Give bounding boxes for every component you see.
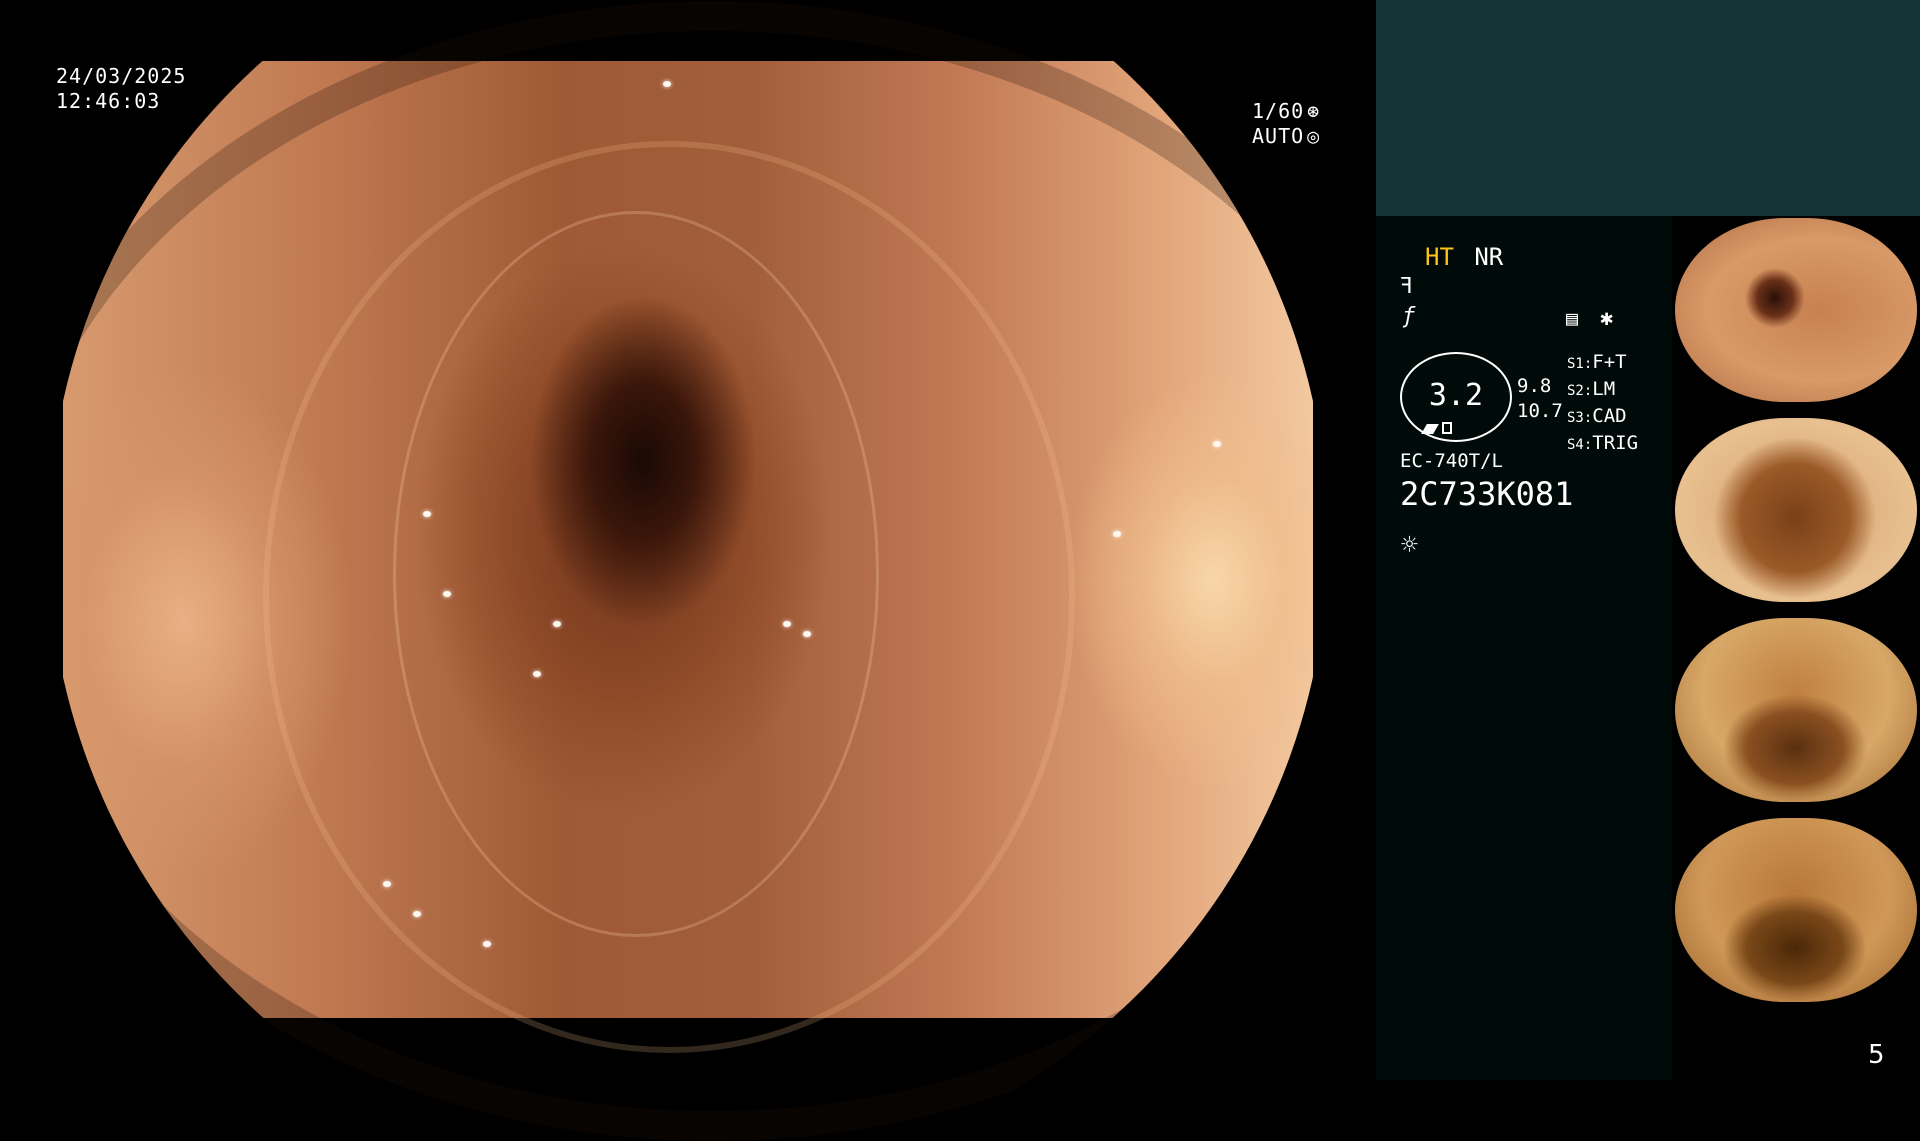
light-reflection: [423, 511, 431, 517]
light-reflection: [783, 621, 791, 627]
light-reflection: [483, 941, 491, 947]
tilde-icon: ꟻ: [1400, 274, 1413, 299]
thumbnail-1[interactable]: 2C733K081: [1675, 218, 1917, 402]
exposure-block: 1/60 ⊛ AUTO ◎: [1252, 99, 1320, 149]
gauge-side-top: 9.8: [1517, 375, 1552, 397]
thumbnail-4[interactable]: 2C733K081: [1675, 818, 1917, 1002]
top-info-box: [1376, 0, 1920, 216]
thumbnail-2[interactable]: 2C733K081: [1675, 418, 1917, 602]
switch-list: S1:F+T S2:LM S3:CAD S4:TRIG: [1567, 350, 1638, 458]
date-text: 24/03/2025: [56, 64, 187, 88]
status-panel: [1376, 216, 1672, 1080]
time-text: 12:46:03: [56, 89, 161, 113]
light-icon: ☼: [1401, 528, 1418, 561]
switch-item: S2:LM: [1567, 378, 1616, 400]
datetime-block: 24/03/2025 12:46:03: [56, 64, 186, 114]
light-reflection: [443, 591, 451, 597]
exposure-mode-text: AUTO: [1252, 124, 1305, 148]
gauge-indicator-icon: [1421, 424, 1439, 434]
gauge-circle: 3.2: [1400, 352, 1512, 442]
asterisk-icon: ✱: [1600, 306, 1614, 331]
switch-item: S1:F+T: [1567, 351, 1627, 373]
settings-list-icon: ▤: [1566, 306, 1579, 330]
light-reflection: [803, 631, 811, 637]
light-reflection: [533, 671, 541, 677]
gauge-side-bottom: 10.7: [1517, 400, 1563, 422]
light-reflection: [1113, 531, 1121, 537]
switch-item: S4:TRIG: [1567, 432, 1639, 454]
gauge-side-values: 9.8 10.7: [1517, 374, 1563, 424]
scope-serial: 2C733K081: [1400, 475, 1574, 513]
light-reflection: [553, 621, 561, 627]
ht-mode: HT: [1425, 243, 1454, 271]
aperture-icon: ◎: [1307, 124, 1321, 148]
light-reflection: [413, 911, 421, 917]
gauge-indicator-box: [1442, 422, 1452, 434]
f-slash-icon: ƒ: [1402, 304, 1416, 329]
light-reflection: [1213, 441, 1221, 447]
light-reflection: [663, 81, 671, 87]
nr-mode: NR: [1474, 243, 1504, 271]
thumbnail-3[interactable]: 2C733K081: [1675, 618, 1917, 802]
shutter-text: 1/60: [1252, 99, 1305, 123]
gear-fan-icon: ⊛: [1307, 99, 1321, 123]
gauge-value: 3.2: [1428, 378, 1484, 413]
mucosal-fold: [263, 141, 1075, 1053]
switch-item: S3:CAD: [1567, 405, 1627, 427]
endoscopic-view: [48, 1, 1328, 1141]
mode-line: HT NR: [1425, 243, 1503, 271]
scope-model: EC-740T/L: [1400, 450, 1503, 472]
light-reflection: [383, 881, 391, 887]
page-number: 5: [1868, 1040, 1885, 1070]
